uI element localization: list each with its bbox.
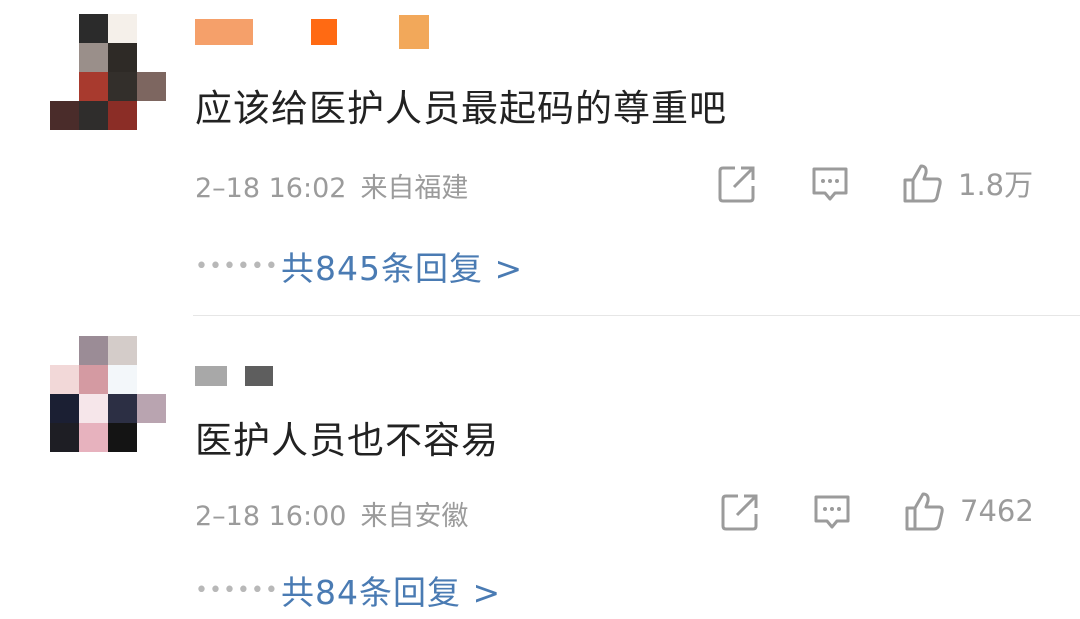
username-block	[195, 366, 227, 386]
avatar-pixel	[79, 101, 108, 130]
share-button[interactable]	[717, 164, 757, 204]
avatar-pixel	[137, 365, 166, 394]
avatar[interactable]	[50, 336, 166, 452]
avatar-pixel	[108, 72, 137, 101]
avatar[interactable]	[50, 14, 166, 130]
like-count: 7462	[960, 494, 1034, 528]
ellipsis-icon: ••••••	[195, 577, 279, 603]
avatar-pixel	[108, 365, 137, 394]
share-icon	[718, 166, 755, 203]
avatar-pixel	[79, 394, 108, 423]
replies-row: •••••• 共84条回复 >	[195, 566, 501, 614]
avatar-pixel	[50, 43, 79, 72]
username-block	[245, 366, 273, 386]
comment-button[interactable]	[812, 492, 852, 532]
avatar-pixel	[137, 14, 166, 43]
avatar-pixel	[79, 14, 108, 43]
divider	[193, 315, 1080, 316]
share-button[interactable]	[720, 492, 760, 532]
avatar-pixel	[79, 72, 108, 101]
avatar-pixel	[108, 14, 137, 43]
avatar-pixel	[108, 336, 137, 365]
avatar-pixel	[50, 365, 79, 394]
avatar-pixel	[79, 423, 108, 452]
view-replies-link[interactable]: 共845条回复 >	[281, 242, 523, 290]
username-block	[311, 19, 337, 45]
avatar-pixel	[79, 43, 108, 72]
action-bar: 7462	[0, 488, 1080, 538]
like-icon	[903, 164, 942, 203]
username[interactable]	[195, 358, 273, 394]
avatar-pixel	[108, 394, 137, 423]
comment-icon	[812, 167, 848, 201]
avatar-pixel	[50, 14, 79, 43]
avatar-pixel	[50, 336, 79, 365]
action-bar: 1.8万	[0, 160, 1080, 210]
username[interactable]	[195, 14, 429, 50]
like-button[interactable]: 1.8万	[902, 162, 1033, 204]
avatar-pixel	[79, 365, 108, 394]
comment-text: 医护人员也不容易	[195, 419, 499, 462]
avatar-pixel	[50, 423, 79, 452]
avatar-pixel	[79, 336, 108, 365]
ellipsis-icon: ••••••	[195, 253, 279, 279]
like-button[interactable]: 7462	[904, 490, 1034, 532]
username-block	[399, 15, 429, 49]
avatar-pixel	[50, 72, 79, 101]
avatar-pixel	[50, 101, 79, 130]
avatar-pixel	[137, 423, 166, 452]
avatar-pixel	[137, 101, 166, 130]
like-icon	[905, 492, 944, 531]
avatar-pixel	[108, 43, 137, 72]
view-replies-link[interactable]: 共84条回复 >	[281, 566, 501, 614]
like-count: 1.8万	[958, 168, 1034, 202]
share-icon	[721, 494, 758, 531]
username-block	[195, 19, 253, 45]
comment-button[interactable]	[810, 164, 850, 204]
avatar-pixel	[137, 72, 166, 101]
comment-text: 应该给医护人员最起码的尊重吧	[195, 87, 727, 130]
avatar-pixel	[137, 336, 166, 365]
avatar-pixel	[108, 101, 137, 130]
avatar-pixel	[50, 394, 79, 423]
avatar-pixel	[137, 43, 166, 72]
replies-row: •••••• 共845条回复 >	[195, 242, 523, 290]
avatar-pixel	[137, 394, 166, 423]
comment-icon	[814, 495, 850, 529]
avatar-pixel	[108, 423, 137, 452]
